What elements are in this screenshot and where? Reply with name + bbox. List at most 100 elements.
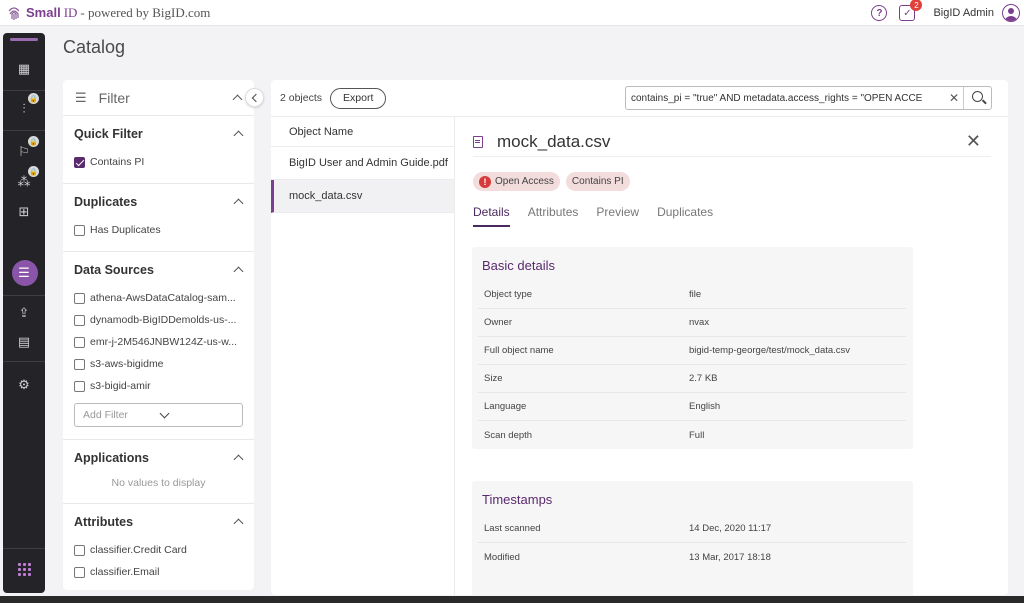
checkbox[interactable] (74, 545, 85, 556)
checkbox-data-source[interactable]: dynamodb-BigIDDemolds-us-... (74, 309, 243, 331)
detail-key: Owner (478, 317, 689, 328)
data-sources-icon[interactable]: ⚐🔒 (15, 143, 33, 161)
tasks-badge: 2 (910, 0, 922, 11)
checkbox-attribute[interactable]: classifier.Credit Card (74, 539, 243, 561)
nav-divider (3, 548, 45, 549)
checkbox-contains-pi[interactable]: Contains PI (74, 151, 243, 173)
detail-row: Full object namebigid-temp-george/test/m… (478, 337, 906, 365)
add-filter-placeholder: Add Filter (83, 409, 159, 421)
checkbox-label: classifier.Credit Card (90, 544, 187, 556)
list-item-selected[interactable]: mock_data.csv (271, 180, 454, 213)
search-input[interactable]: contains_pi = "true" AND metadata.access… (626, 93, 945, 104)
detail-value: 2.7 KB (689, 373, 906, 384)
filter-lines-icon: ☰ (75, 90, 87, 106)
tasks-icon[interactable]: ✓2 (899, 5, 915, 21)
detail-value: file (689, 289, 906, 300)
collapse-filter-button[interactable] (245, 88, 264, 107)
section-title: Quick Filter (74, 127, 233, 141)
attributes-section: Attributes classifier.Credit Card classi… (63, 504, 254, 583)
chevron-up-icon[interactable] (233, 453, 243, 463)
card-title: Timestamps (472, 481, 913, 515)
tags: !Open Access Contains PI (473, 172, 636, 191)
quick-filter-section: Quick Filter Contains PI (63, 116, 254, 184)
add-filter-select[interactable]: Add Filter (74, 403, 243, 427)
help-icon[interactable]: ? (871, 5, 887, 21)
checkbox-has-duplicates[interactable]: Has Duplicates (74, 219, 243, 241)
card-title: Basic details (472, 247, 913, 281)
close-icon[interactable]: ✕ (966, 131, 981, 152)
export-button[interactable]: Export (330, 88, 386, 109)
nav-divider (3, 361, 45, 362)
detail-value: 13 Mar, 2017 18:18 (689, 552, 906, 563)
avatar[interactable] (1002, 4, 1020, 22)
checkbox-data-source[interactable]: s3-bigid-amir (74, 375, 243, 397)
checkbox[interactable] (74, 359, 85, 370)
lock-icon: 🔒 (28, 136, 39, 147)
tab-details[interactable]: Details (473, 205, 510, 227)
checkbox-label: Has Duplicates (90, 224, 161, 236)
chevron-up-icon[interactable] (233, 129, 243, 139)
nav-divider (3, 295, 45, 296)
detail-row: Modified13 Mar, 2017 18:18 (478, 543, 906, 571)
tab-attributes[interactable]: Attributes (528, 205, 579, 227)
applications-section: Applications No values to display (63, 440, 254, 504)
checkbox-label: athena-AwsDataCatalog-sam... (90, 292, 236, 304)
object-list-header[interactable]: Object Name (271, 117, 454, 147)
section-title: Data Sources (74, 263, 233, 277)
lock-icon: 🔒 (28, 166, 39, 177)
detail-row: Last scanned14 Dec, 2020 11:17 (478, 515, 906, 543)
detail-row: Size2.7 KB (478, 365, 906, 393)
checkbox[interactable] (74, 293, 85, 304)
search-icon[interactable] (963, 87, 991, 109)
section-title: Attributes (74, 515, 233, 529)
settings-gear-icon[interactable]: ⚙ (15, 376, 33, 394)
clusters-icon[interactable]: ⁂🔒 (15, 173, 33, 191)
main-panel: 2 objects Export contains_pi = "true" AN… (271, 80, 1008, 595)
brand[interactable]: Small ID - powered by BigID.com (0, 5, 210, 21)
checkbox-checked[interactable] (74, 157, 85, 168)
list-item[interactable]: BigID User and Admin Guide.pdf (271, 147, 454, 180)
checkbox[interactable] (74, 381, 85, 392)
apps-grid-icon[interactable] (18, 563, 31, 576)
tools-icon[interactable] (15, 275, 33, 293)
checkbox[interactable] (74, 337, 85, 348)
tab-preview[interactable]: Preview (596, 205, 639, 227)
chevron-up-icon[interactable] (233, 265, 243, 275)
nav-divider (3, 90, 45, 91)
tab-duplicates[interactable]: Duplicates (657, 205, 713, 227)
checkbox-label: dynamodb-BigIDDemolds-us-... (90, 314, 236, 326)
chevron-up-icon[interactable] (233, 197, 243, 207)
checkbox-attribute[interactable]: classifier.Email (74, 561, 243, 583)
bottom-strip (0, 596, 1024, 603)
upload-icon[interactable]: ⇪ (15, 304, 33, 322)
checkbox-data-source[interactable]: s3-aws-bigidme (74, 353, 243, 375)
nav-accent-line (10, 38, 38, 41)
tag-label: Open Access (495, 176, 554, 187)
inventory-icon[interactable]: ⫶🔒 (15, 100, 33, 118)
checkbox-label: s3-bigid-amir (90, 380, 151, 392)
file-icon (473, 136, 483, 148)
detail-key: Scan depth (478, 430, 689, 441)
checkbox[interactable] (74, 225, 85, 236)
chevron-up-icon[interactable] (232, 93, 242, 103)
fingerprint-logo-icon (6, 5, 22, 21)
brand-tagline: - powered by BigID.com (80, 5, 210, 21)
basic-details-card: Basic details Object typefile Ownernvax … (472, 247, 913, 449)
report-icon[interactable]: ▤ (15, 333, 33, 351)
checkbox-data-source[interactable]: athena-AwsDataCatalog-sam... (74, 287, 243, 309)
search-bar[interactable]: contains_pi = "true" AND metadata.access… (625, 86, 992, 110)
chevron-up-icon[interactable] (233, 517, 243, 527)
clear-search-icon[interactable]: ✕ (945, 91, 963, 105)
top-bar: Small ID - powered by BigID.com ? ✓2 Big… (0, 0, 1024, 26)
hierarchy-icon[interactable]: ⊞ (15, 203, 33, 221)
detail-title: mock_data.csv (497, 132, 966, 152)
checkbox[interactable] (74, 315, 85, 326)
user-name[interactable]: BigID Admin (933, 7, 994, 19)
detail-row: Object typefile (478, 281, 906, 309)
detail-key: Modified (478, 552, 689, 563)
dashboard-icon[interactable]: ▦ (15, 60, 33, 78)
checkbox-data-source[interactable]: emr-j-2M546JNBW124Z-us-w... (74, 331, 243, 353)
checkbox[interactable] (74, 567, 85, 578)
checkbox-label: Contains PI (90, 156, 144, 168)
filter-title: Filter (99, 90, 232, 106)
